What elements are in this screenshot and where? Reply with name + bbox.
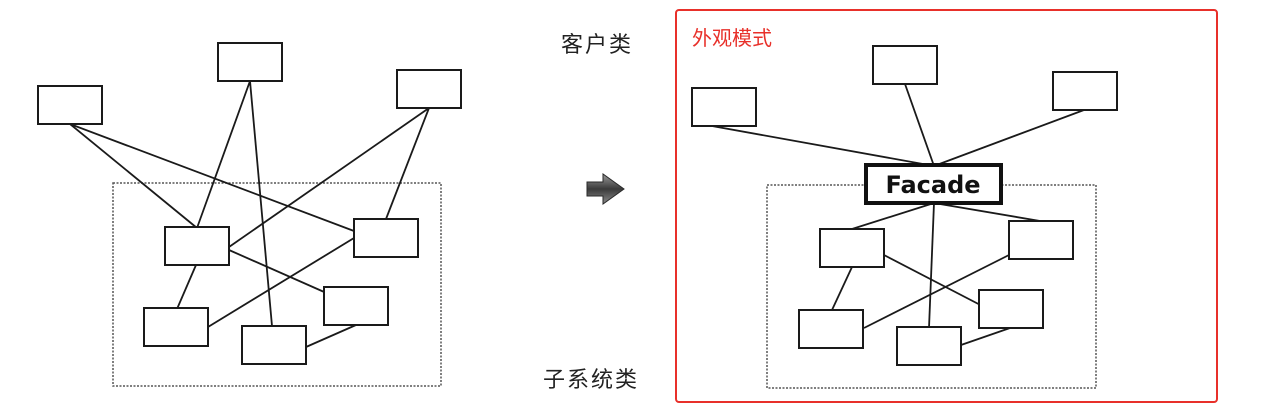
left-client-box [37,85,103,125]
connector-line [385,107,430,220]
connector-line [69,123,198,229]
right-diagram: Facade [691,45,1118,389]
left-subsystem-box [143,307,209,347]
connector-line [831,266,853,311]
right-subsystem-box [978,289,1044,329]
connector-line [851,202,935,230]
left-subsystem-box [353,218,419,258]
connector-line [176,264,197,310]
left-client-box [217,42,283,82]
connector-line [933,202,1041,222]
connector-line [928,202,935,329]
connector-line [711,125,935,167]
left-client-box [396,69,462,109]
right-client-box [1052,71,1118,111]
connector-line [196,80,251,229]
connector-line [933,109,1085,167]
connector-line [883,254,991,311]
left-subsystem-box [164,226,230,266]
right-client-box [872,45,938,85]
right-subsystem-box [1008,220,1074,260]
left-subsystem-box [323,286,389,326]
right-subsystem-box [819,228,885,268]
facade-box-label: Facade [885,171,980,199]
right-client-box [691,87,757,127]
diagram-canvas: Facade [37,42,1118,389]
left-diagram [37,42,462,387]
transform-arrow-icon [586,173,625,205]
connector-line [960,327,1011,346]
right-subsystem-box [798,309,864,349]
connector-line [305,324,357,348]
right-subsystem-box [896,326,962,366]
connector-line [904,83,935,167]
left-subsystem-box [241,325,307,365]
